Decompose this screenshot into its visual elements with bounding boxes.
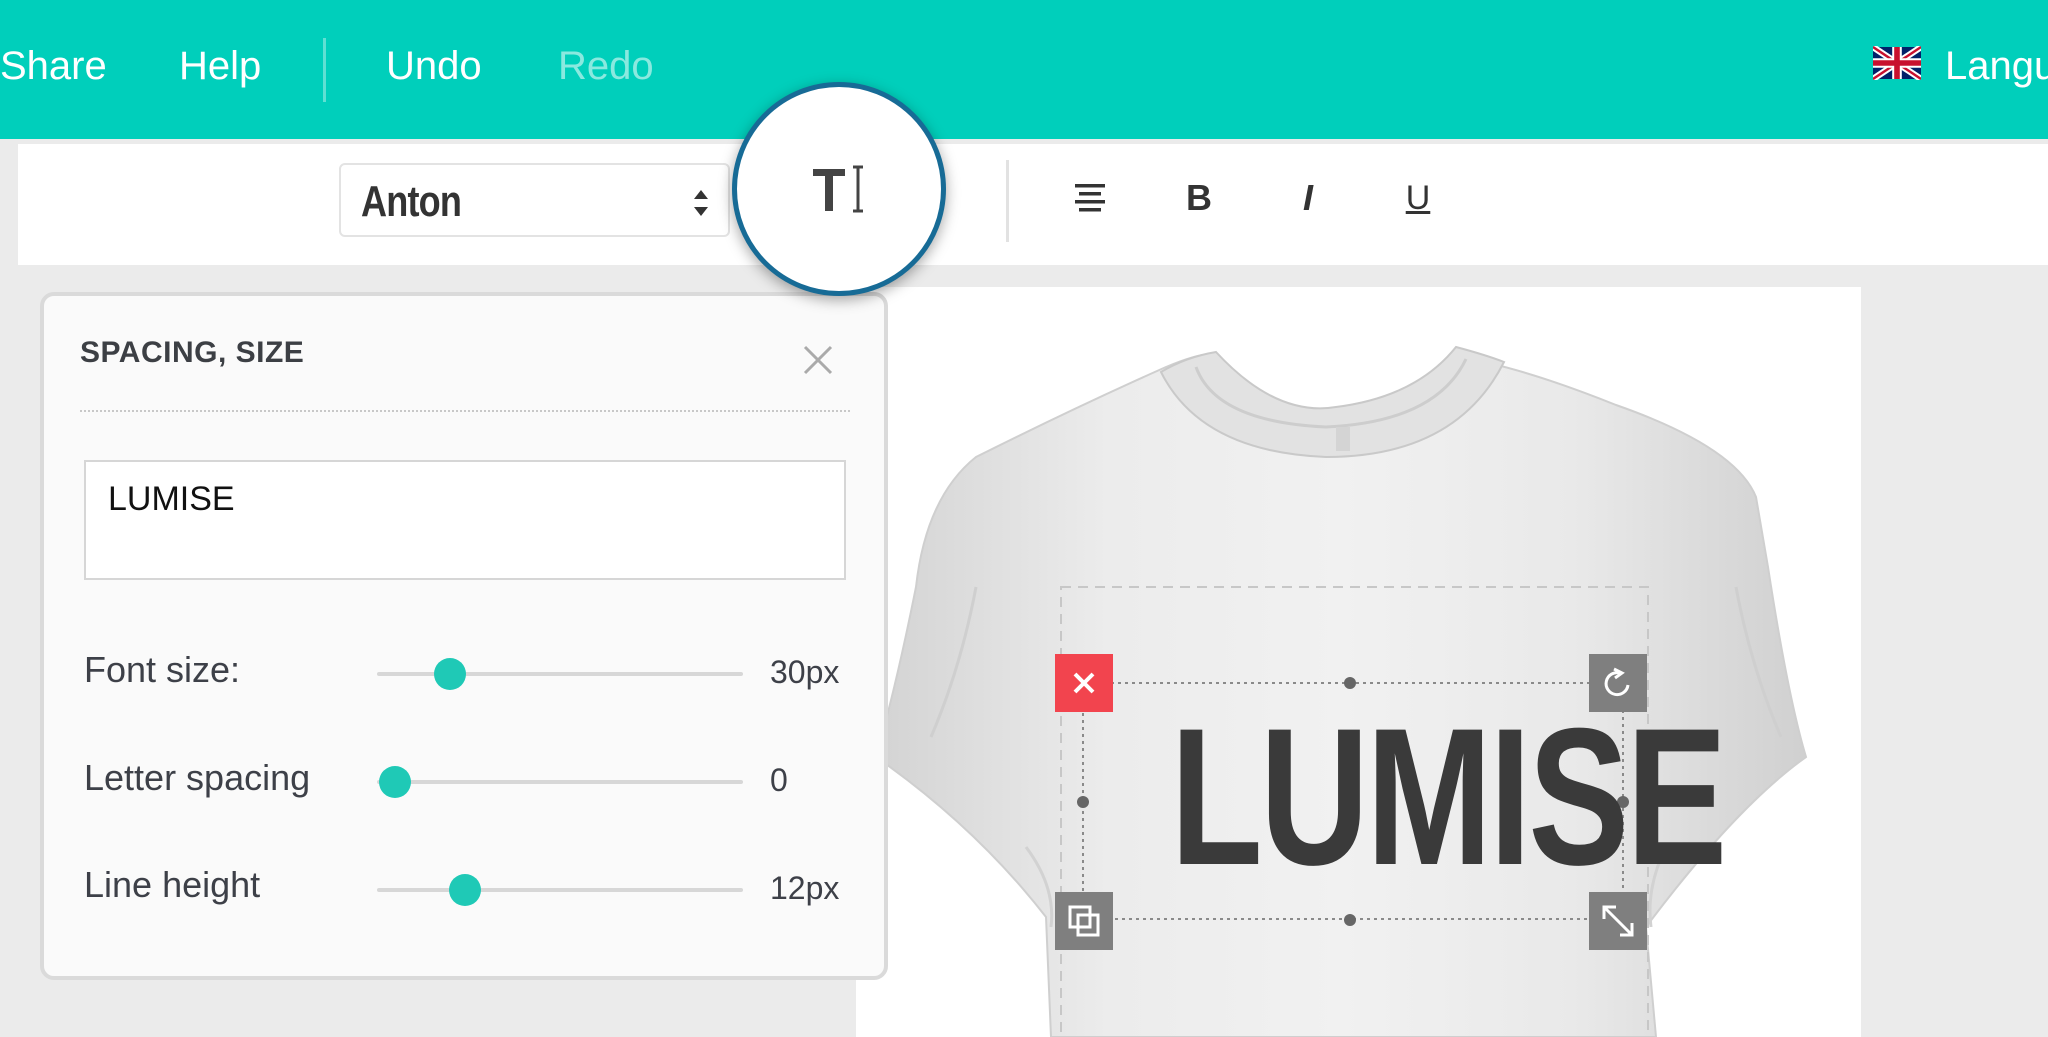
line-height-label: Line height (84, 864, 261, 905)
text-toolbar: Anton B I U (18, 144, 2048, 265)
top-menu-bar: Share Help Undo Redo Langu (0, 0, 2048, 139)
italic-button[interactable]: I (1276, 166, 1340, 230)
line-height-slider[interactable] (377, 874, 743, 906)
duplicate-object-button[interactable] (1055, 892, 1113, 950)
rotate-icon (1604, 667, 1630, 697)
font-size-label: Font size: (84, 649, 241, 690)
align-justify-icon (1075, 184, 1105, 212)
panel-separator (80, 410, 850, 412)
letter-spacing-slider[interactable] (377, 766, 743, 798)
design-canvas[interactable]: LUMISE (856, 287, 1861, 1037)
font-family-value: Anton (361, 177, 462, 226)
bold-button[interactable]: B (1167, 166, 1231, 230)
spacing-size-panel: SPACING, SIZE Font size: 30px Letter spa… (40, 292, 888, 980)
language-menu[interactable]: Langu (1945, 40, 2048, 92)
rotate-object-button[interactable] (1589, 654, 1647, 712)
letter-spacing-label: Letter spacing (84, 757, 311, 798)
resize-object-button[interactable] (1589, 892, 1647, 950)
share-menu[interactable]: Share (0, 40, 107, 92)
tshirt-image (874, 345, 1808, 1037)
resize-diagonal-icon (1602, 905, 1634, 937)
font-family-select[interactable]: Anton (339, 163, 730, 237)
font-size-slider-thumb[interactable] (434, 658, 467, 690)
letter-spacing-slider-thumb[interactable] (379, 766, 412, 798)
redo-button[interactable]: Redo (558, 40, 654, 92)
close-icon[interactable] (800, 342, 836, 378)
font-size-value: 30px (770, 654, 840, 690)
help-menu[interactable]: Help (179, 40, 261, 92)
delete-object-button[interactable] (1055, 654, 1113, 712)
line-height-slider-thumb[interactable] (448, 874, 481, 906)
text-align-button[interactable] (1058, 166, 1122, 230)
text-content-input[interactable] (84, 460, 846, 580)
font-size-slider[interactable] (377, 658, 743, 690)
underline-button[interactable]: U (1386, 166, 1450, 230)
text-tool-button[interactable] (732, 82, 946, 296)
close-icon (1073, 672, 1095, 694)
menu-divider (323, 38, 326, 102)
toolbar-divider (1006, 160, 1009, 242)
letter-spacing-value: 0 (770, 762, 788, 798)
panel-title: SPACING, SIZE (80, 336, 305, 369)
select-arrows-icon (694, 190, 708, 216)
text-cursor-icon (813, 165, 863, 213)
uk-flag-icon (1873, 46, 1921, 80)
line-height-value: 12px (770, 870, 840, 906)
copy-icon (1068, 905, 1100, 937)
undo-button[interactable]: Undo (386, 40, 482, 92)
design-text-object[interactable]: LUMISE (1170, 690, 1727, 904)
